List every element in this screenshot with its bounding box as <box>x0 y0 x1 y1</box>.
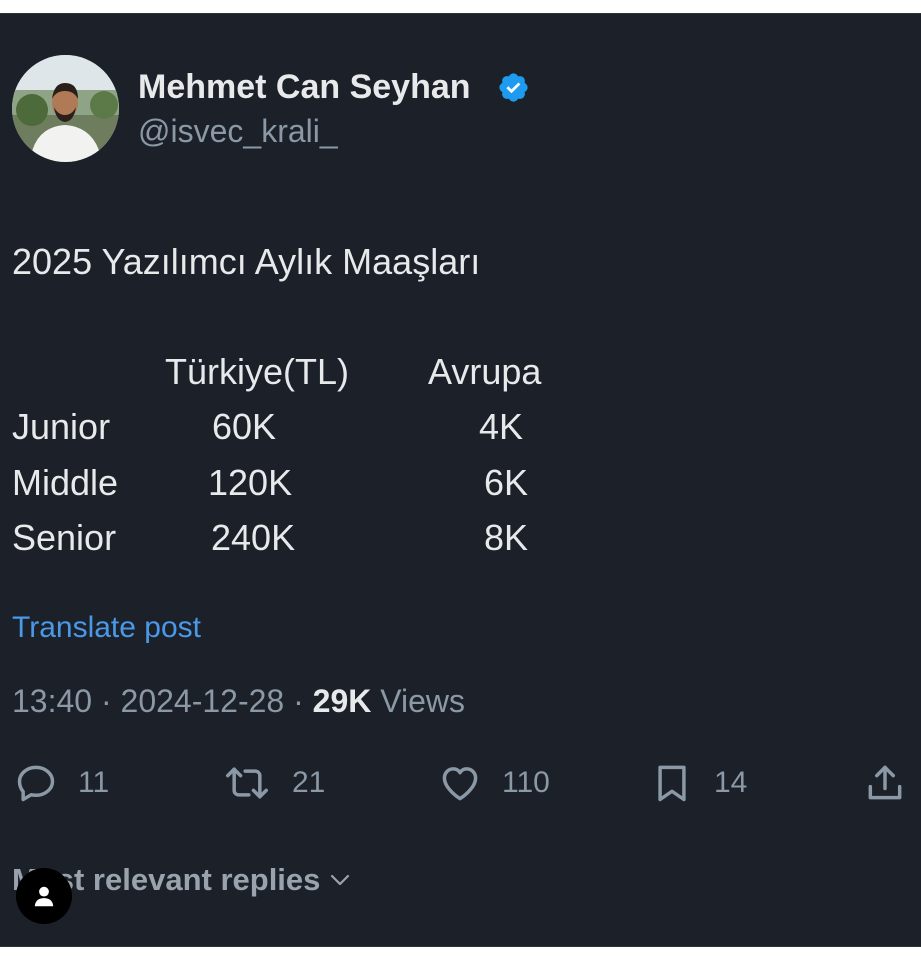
profile-button[interactable] <box>16 868 72 924</box>
salary-row-label-middle: Middle <box>12 462 119 503</box>
reply-icon <box>17 765 55 802</box>
bookmark-count: 14 <box>714 766 748 799</box>
meta-separator: · <box>284 683 313 719</box>
repost-button[interactable]: 21 <box>222 761 325 805</box>
salary-row-label-junior: Junior <box>12 406 111 447</box>
post-title: 2025 Yazılımcı Aylık Maaşları <box>12 241 481 282</box>
translate-post-link[interactable]: Translate post <box>12 611 201 645</box>
repost-icon <box>226 767 268 799</box>
avatar[interactable] <box>12 55 119 162</box>
bottom-divider <box>0 946 921 947</box>
salary-row-middle-avrupa: 6K <box>484 462 529 503</box>
author-name[interactable]: Mehmet Can Seyhan <box>138 68 471 107</box>
reply-button[interactable]: 11 <box>14 761 109 805</box>
salary-row-middle-turkiye: 120K <box>208 462 293 503</box>
reply-count: 11 <box>78 766 110 799</box>
avatar-photo <box>12 55 119 162</box>
salary-header-avrupa: Avrupa <box>428 351 542 392</box>
chevron-down-icon <box>331 874 350 886</box>
author-handle[interactable]: @isvec_krali_ <box>138 113 338 150</box>
top-divider <box>0 13 921 14</box>
views-label: Views <box>380 683 466 719</box>
repost-count: 21 <box>292 766 326 799</box>
person-icon <box>34 886 54 907</box>
bookmark-button[interactable]: 14 <box>650 761 747 805</box>
meta-separator: · <box>92 683 121 719</box>
like-count: 110 <box>502 766 550 799</box>
share-icon <box>868 765 902 800</box>
share-button[interactable] <box>863 761 907 805</box>
post-card: Mehmet Can Seyhan @isvec_krali_ 2025 Yaz… <box>0 13 921 947</box>
salary-header-turkiye: Türkiye(TL) <box>165 351 350 392</box>
salary-row-senior-turkiye: 240K <box>211 517 296 558</box>
verified-badge-icon <box>499 73 528 102</box>
salary-row-junior-avrupa: 4K <box>479 406 524 447</box>
post-date[interactable]: 2024-12-28 <box>121 683 285 719</box>
post-meta: 13:40 · 2024-12-28 · 29K Views <box>12 683 465 720</box>
post-time[interactable]: 13:40 <box>12 683 92 719</box>
salary-row-junior-turkiye: 60K <box>212 406 277 447</box>
like-button[interactable]: 110 <box>438 761 550 805</box>
heart-icon <box>442 767 478 801</box>
views-count: 29K <box>312 683 372 719</box>
bookmark-icon <box>658 765 686 802</box>
salary-row-senior-avrupa: 8K <box>484 517 529 558</box>
salary-row-label-senior: Senior <box>12 517 117 558</box>
